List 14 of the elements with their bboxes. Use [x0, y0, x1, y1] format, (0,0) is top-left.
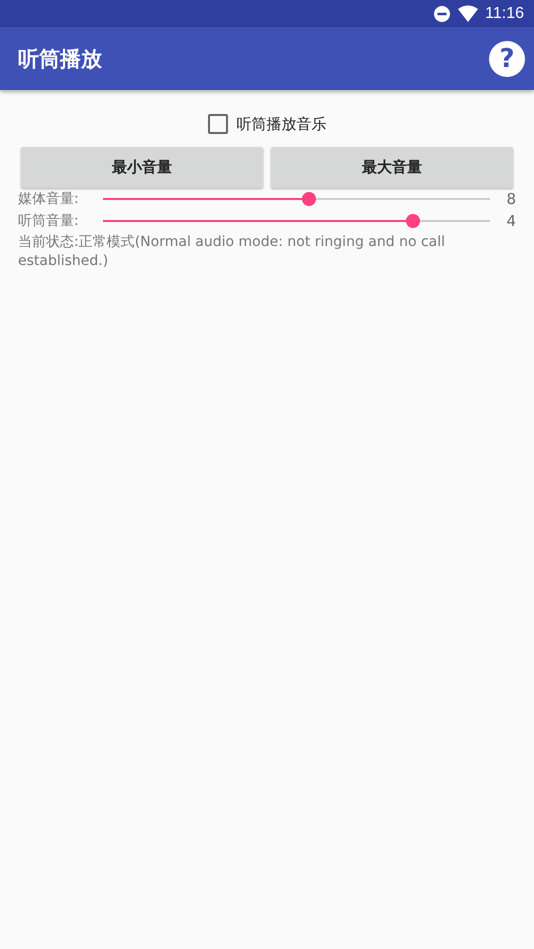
slider-value: 8: [505, 190, 516, 208]
slider-value: 4: [505, 212, 516, 230]
app-title: 听筒播放: [18, 46, 102, 72]
wifi-icon: [457, 4, 480, 22]
clock-time: 11:16: [485, 4, 524, 22]
checkbox-icon[interactable]: [208, 114, 228, 134]
slider-label: 媒体音量:: [18, 190, 80, 208]
music-checkbox[interactable]: 听筒播放音乐: [208, 114, 326, 134]
volume-button[interactable]: 最小音量: [21, 147, 263, 188]
do-not-disturb-icon: [433, 4, 452, 22]
help-button[interactable]: ?: [489, 40, 525, 76]
slider-label: 听筒音量:: [18, 212, 80, 230]
volume-button[interactable]: 最大音量: [271, 147, 513, 188]
status-text: 当前状态:正常模式(Normal audio mode: not ringing and no call established.): [18, 233, 446, 271]
